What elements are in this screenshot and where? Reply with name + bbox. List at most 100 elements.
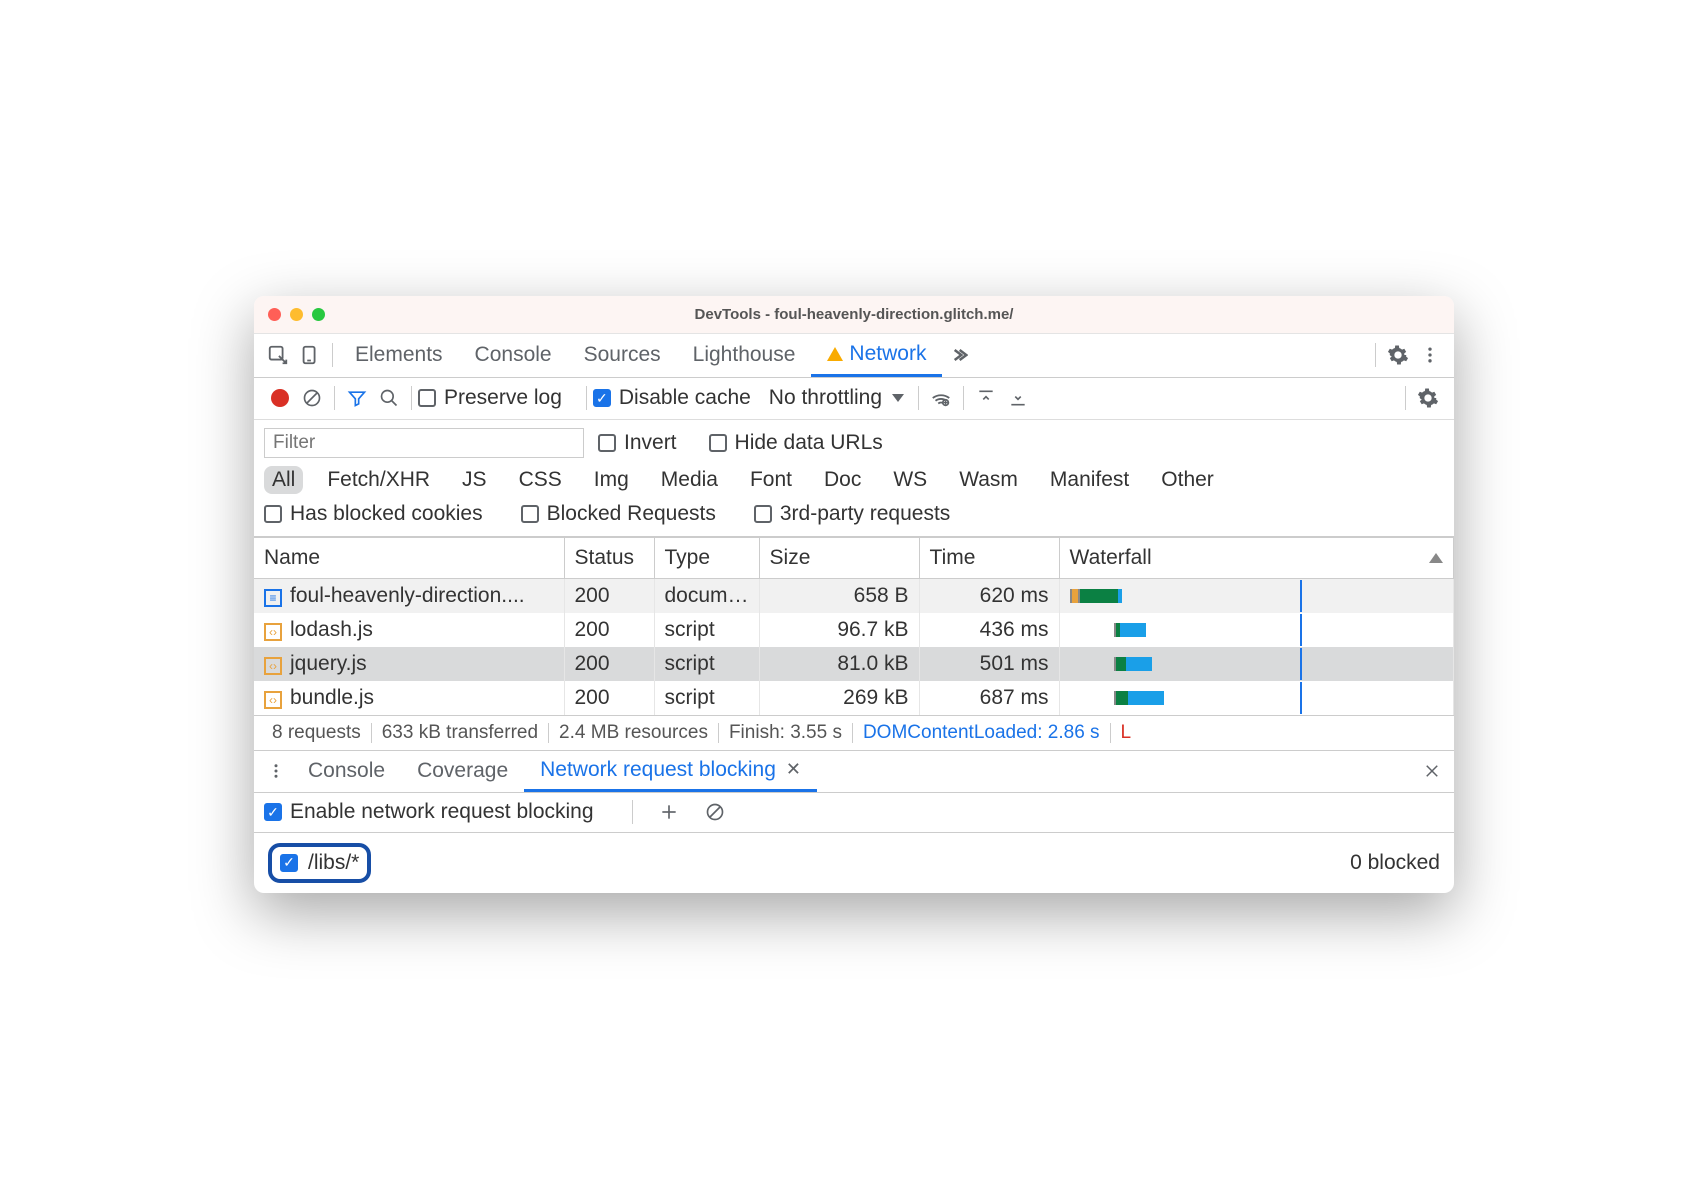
devtools-window: DevTools - foul-heavenly-direction.glitc… xyxy=(254,296,1454,893)
table-row[interactable]: ‹›jquery.js 200 script 81.0 kB 501 ms xyxy=(254,647,1454,681)
hide-data-urls-checkbox[interactable]: Hide data URLs xyxy=(709,431,883,455)
export-har-icon[interactable] xyxy=(1002,382,1034,414)
close-window-button[interactable] xyxy=(268,308,281,321)
filter-area: Invert Hide data URLs All Fetch/XHR JS C… xyxy=(254,420,1454,537)
main-tabs: Elements Console Sources Lighthouse Netw… xyxy=(254,334,1454,378)
status-load: L xyxy=(1111,722,1142,744)
enable-blocking-checkbox[interactable]: ✓Enable network request blocking xyxy=(264,800,594,824)
throttling-label: No throttling xyxy=(769,386,882,410)
tab-network[interactable]: Network xyxy=(811,334,942,377)
table-row[interactable]: ‹›bundle.js 200 script 269 kB 687 ms xyxy=(254,681,1454,715)
header-type[interactable]: Type xyxy=(654,537,759,578)
drawer-tab-coverage[interactable]: Coverage xyxy=(401,751,524,792)
table-row[interactable]: ≡foul-heavenly-direction.... 200 docum… … xyxy=(254,578,1454,613)
clear-icon[interactable] xyxy=(296,382,328,414)
window-title: DevTools - foul-heavenly-direction.glitc… xyxy=(254,306,1454,323)
type-manifest[interactable]: Manifest xyxy=(1042,466,1137,494)
type-filter-row: All Fetch/XHR JS CSS Img Media Font Doc … xyxy=(264,466,1444,494)
type-css[interactable]: CSS xyxy=(511,466,570,494)
pattern-checkbox[interactable]: ✓ xyxy=(280,854,298,872)
record-button[interactable] xyxy=(264,382,296,414)
tab-network-label: Network xyxy=(849,342,926,366)
type-js[interactable]: JS xyxy=(454,466,495,494)
minimize-window-button[interactable] xyxy=(290,308,303,321)
type-all[interactable]: All xyxy=(264,466,303,494)
divider xyxy=(334,386,335,410)
blocked-cookies-checkbox[interactable]: Has blocked cookies xyxy=(264,502,483,526)
drawer-tab-nrb[interactable]: Network request blocking ✕ xyxy=(524,751,817,792)
tab-console[interactable]: Console xyxy=(459,334,568,377)
device-toggle-icon[interactable] xyxy=(294,339,326,371)
search-icon[interactable] xyxy=(373,382,405,414)
import-har-icon[interactable] xyxy=(970,382,1002,414)
file-icon: ≡ xyxy=(264,589,282,607)
add-pattern-icon[interactable] xyxy=(653,796,685,828)
invert-checkbox[interactable]: Invert xyxy=(598,431,677,455)
header-name[interactable]: Name xyxy=(254,537,564,578)
network-table: Name Status Type Size Time Waterfall ≡fo… xyxy=(254,537,1454,715)
chevron-down-icon xyxy=(892,394,904,402)
filter-input[interactable] xyxy=(264,428,584,458)
drawer-tab-console[interactable]: Console xyxy=(292,751,401,792)
kebab-menu-icon[interactable] xyxy=(1414,339,1446,371)
type-doc[interactable]: Doc xyxy=(816,466,869,494)
file-icon: ‹› xyxy=(264,657,282,675)
divider xyxy=(963,386,964,410)
more-tabs-icon[interactable] xyxy=(942,339,974,371)
disable-cache-checkbox[interactable]: ✓Disable cache xyxy=(593,386,751,410)
divider xyxy=(411,386,412,410)
status-dcl: DOMContentLoaded: 2.86 s xyxy=(853,722,1110,744)
sort-asc-icon xyxy=(1429,553,1443,563)
header-waterfall[interactable]: Waterfall xyxy=(1059,537,1453,578)
drawer-toolbar: ✓Enable network request blocking xyxy=(254,793,1454,833)
file-icon: ‹› xyxy=(264,691,282,709)
blocked-requests-checkbox[interactable]: Blocked Requests xyxy=(521,502,716,526)
network-toolbar: Preserve log ✓Disable cache No throttlin… xyxy=(254,378,1454,420)
preserve-log-label: Preserve log xyxy=(444,386,562,410)
table-row[interactable]: ‹›lodash.js 200 script 96.7 kB 436 ms xyxy=(254,613,1454,647)
blocked-count: 0 blocked xyxy=(1350,851,1440,875)
drawer-kebab-icon[interactable] xyxy=(260,755,292,787)
maximize-window-button[interactable] xyxy=(312,308,325,321)
network-conditions-icon[interactable] xyxy=(925,382,957,414)
close-tab-icon[interactable]: ✕ xyxy=(786,759,801,780)
header-time[interactable]: Time xyxy=(919,537,1059,578)
traffic-lights xyxy=(268,308,325,321)
tab-lighthouse[interactable]: Lighthouse xyxy=(677,334,812,377)
warning-icon xyxy=(827,347,843,361)
status-bar: 8 requests 633 kB transferred 2.4 MB res… xyxy=(254,715,1454,751)
divider xyxy=(632,800,633,824)
throttling-select[interactable]: No throttling xyxy=(769,386,882,410)
file-icon: ‹› xyxy=(264,623,282,641)
divider xyxy=(1405,386,1406,410)
settings-icon[interactable] xyxy=(1382,339,1414,371)
pattern-row: ✓ /libs/* 0 blocked xyxy=(254,833,1454,893)
inspect-element-icon[interactable] xyxy=(262,339,294,371)
divider xyxy=(918,386,919,410)
pattern-highlight: ✓ /libs/* xyxy=(268,843,371,883)
pattern-text[interactable]: /libs/* xyxy=(308,851,359,875)
network-settings-icon[interactable] xyxy=(1412,382,1444,414)
type-font[interactable]: Font xyxy=(742,466,800,494)
divider xyxy=(586,386,587,410)
remove-all-icon[interactable] xyxy=(699,796,731,828)
type-fetch[interactable]: Fetch/XHR xyxy=(319,466,438,494)
type-wasm[interactable]: Wasm xyxy=(951,466,1026,494)
disable-cache-label: Disable cache xyxy=(619,386,751,410)
type-media[interactable]: Media xyxy=(653,466,726,494)
filter-icon[interactable] xyxy=(341,382,373,414)
tab-sources[interactable]: Sources xyxy=(568,334,677,377)
type-other[interactable]: Other xyxy=(1153,466,1222,494)
drawer-tabs: Console Coverage Network request blockin… xyxy=(254,751,1454,793)
status-transferred: 633 kB transferred xyxy=(372,722,548,744)
header-size[interactable]: Size xyxy=(759,537,919,578)
header-status[interactable]: Status xyxy=(564,537,654,578)
titlebar: DevTools - foul-heavenly-direction.glitc… xyxy=(254,296,1454,334)
divider xyxy=(332,343,333,367)
drawer-close-icon[interactable] xyxy=(1416,755,1448,787)
tab-elements[interactable]: Elements xyxy=(339,334,459,377)
preserve-log-checkbox[interactable]: Preserve log xyxy=(418,386,562,410)
third-party-checkbox[interactable]: 3rd-party requests xyxy=(754,502,950,526)
type-ws[interactable]: WS xyxy=(885,466,935,494)
type-img[interactable]: Img xyxy=(586,466,637,494)
